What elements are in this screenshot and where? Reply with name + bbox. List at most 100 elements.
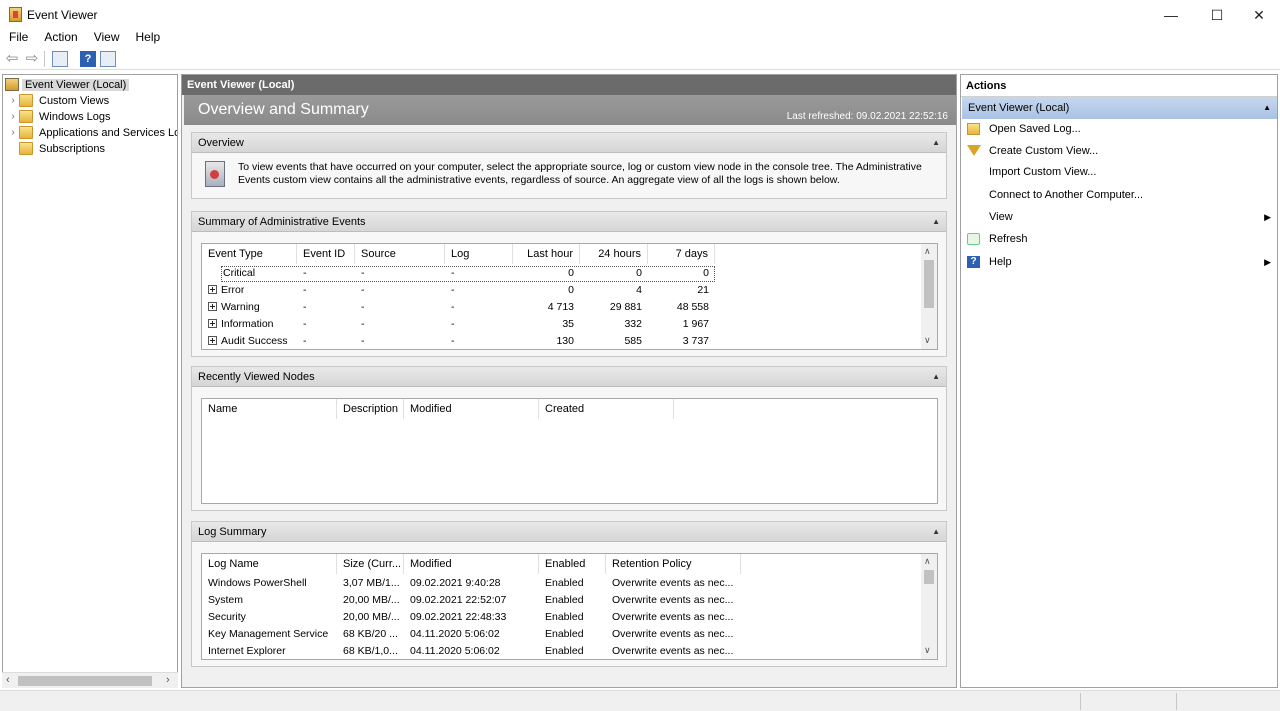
back-arrow-icon[interactable]: ⇦ [4,51,20,67]
chevron-right-icon[interactable]: › [7,111,19,122]
menu-view[interactable]: View [85,30,127,48]
tree-item-label: Applications and Services Lo [39,126,178,139]
collapse-icon[interactable]: ▲ [932,133,940,153]
log-name[interactable]: Security [208,609,334,626]
column-header[interactable]: Created [539,399,674,419]
scrollbar-thumb[interactable] [924,260,934,308]
scrollbar-thumb[interactable] [18,676,152,686]
menu-help[interactable]: Help [127,30,168,48]
actions-group-header[interactable]: Event Viewer (Local) ▲ [962,97,1277,119]
column-header[interactable]: Event ID [297,244,355,264]
scroll-up-icon[interactable]: ∧ [924,246,931,257]
table-cell: Enabled [545,645,584,657]
maximize-button[interactable]: ☐ [1194,0,1240,30]
close-button[interactable]: ✕ [1236,0,1280,30]
expand-icon[interactable] [208,285,217,294]
table-cell: Enabled [545,628,584,640]
event-type-error[interactable]: Error [208,282,244,299]
tree-item-subscriptions[interactable]: Subscriptions [19,141,108,156]
expand-icon[interactable] [208,336,217,345]
action-connect-to-another-computer[interactable]: Connect to Another Computer... [961,185,1277,205]
column-header[interactable]: Retention Policy [606,554,741,574]
column-header[interactable]: Event Type [202,244,297,264]
scroll-down-icon[interactable]: ∨ [924,645,931,656]
collapse-icon[interactable]: ▲ [932,212,940,232]
column-header[interactable]: 7 days [648,244,715,264]
column-header[interactable]: Modified [404,399,539,419]
expand-icon[interactable] [208,319,217,328]
folder-icon [19,110,33,123]
chevron-right-icon[interactable]: › [7,127,19,138]
overview-section-header[interactable]: Overview ▲ [192,133,946,153]
event-log-icon [205,161,225,187]
collapse-icon[interactable]: ▲ [932,522,940,542]
summary-table[interactable]: Event Type Event ID Source Log Last hour… [201,243,938,350]
log-name[interactable]: Key Management Service [208,626,334,643]
table-cell: Enabled [545,611,584,623]
column-header[interactable]: Size (Curr... [337,554,404,574]
column-header[interactable]: Name [202,399,337,419]
column-header[interactable]: 24 hours [580,244,648,264]
action-open-saved-log[interactable]: Open Saved Log... [961,119,1277,139]
column-header[interactable]: Source [355,244,445,264]
action-label: Create Custom View... [989,145,1099,157]
summary-vertical-scrollbar[interactable]: ∧ ∨ [921,244,937,349]
tree-item-windows-logs[interactable]: › Windows Logs [7,109,114,124]
scroll-down-icon[interactable]: ∨ [924,335,931,346]
forward-arrow-icon[interactable]: ⇨ [24,51,40,67]
tree-horizontal-scrollbar[interactable]: ‹ › [2,672,178,688]
column-header[interactable]: Modified [404,554,539,574]
event-viewer-icon [5,78,19,91]
log-summary-table[interactable]: Log Name Size (Curr... Modified Enabled … [201,553,938,660]
overview-section: Overview ▲ To view events that have occu… [191,132,947,199]
show-hide-action-pane-icon[interactable] [100,51,116,67]
event-type-critical[interactable]: Critical [223,265,255,282]
column-header[interactable]: Log Name [202,554,337,574]
collapse-icon[interactable]: ▲ [1263,97,1271,119]
table-cell: Overwrite events as nec... [612,594,734,606]
action-create-custom-view[interactable]: Create Custom View... [961,141,1277,161]
action-refresh[interactable]: Refresh [961,229,1277,249]
scroll-right-icon[interactable]: › [166,674,170,686]
recent-nodes-section: Recently Viewed Nodes ▲ Name Description… [191,366,947,511]
table-cell: 585 [624,335,642,347]
menu-action[interactable]: Action [35,30,84,48]
recent-nodes-section-header[interactable]: Recently Viewed Nodes ▲ [192,367,946,387]
column-header[interactable]: Log [445,244,513,264]
tree-item-event-viewer-local[interactable]: Event Viewer (Local) [5,77,130,92]
tree-item-custom-views[interactable]: › Custom Views [7,93,112,108]
expand-icon[interactable] [208,302,217,311]
log-summary-section-header[interactable]: Log Summary ▲ [192,522,946,542]
column-header[interactable]: Description [337,399,404,419]
scroll-up-icon[interactable]: ∧ [924,556,931,567]
table-cell: 0 [703,267,709,279]
column-header[interactable]: Enabled [539,554,606,574]
action-help[interactable]: ? Help ▶ [961,252,1277,272]
recent-nodes-table[interactable]: Name Description Modified Created [201,398,938,504]
log-name[interactable]: Windows PowerShell [208,575,334,592]
table-cell: Enabled [545,594,584,606]
event-type-information[interactable]: Information [208,316,274,333]
column-header[interactable]: Last hour [513,244,580,264]
log-summary-vertical-scrollbar[interactable]: ∧ ∨ [921,554,937,659]
event-type-audit-success[interactable]: Audit Success [208,333,288,349]
tree-item-label: Windows Logs [39,110,111,123]
show-hide-tree-icon[interactable] [52,51,68,67]
minimize-button[interactable]: — [1148,0,1194,30]
log-name[interactable]: Internet Explorer [208,643,334,659]
event-type-warning[interactable]: Warning [208,299,260,316]
chevron-right-icon[interactable]: › [7,95,19,106]
help-icon[interactable]: ? [80,51,96,67]
tree-item-applications-and-services[interactable]: › Applications and Services Lo [7,125,178,140]
menu-file[interactable]: File [0,30,35,48]
summary-section-header[interactable]: Summary of Administrative Events ▲ [192,212,946,232]
log-name[interactable]: System [208,592,334,609]
collapse-icon[interactable]: ▲ [932,367,940,387]
scrollbar-thumb[interactable] [924,570,934,584]
table-cell: - [361,318,365,330]
table-cell: 04.11.2020 5:06:02 [410,628,500,640]
action-view[interactable]: View ▶ [961,207,1277,227]
table-cell: Enabled [545,577,584,589]
scroll-left-icon[interactable]: ‹ [6,674,10,686]
action-import-custom-view[interactable]: Import Custom View... [961,162,1277,182]
